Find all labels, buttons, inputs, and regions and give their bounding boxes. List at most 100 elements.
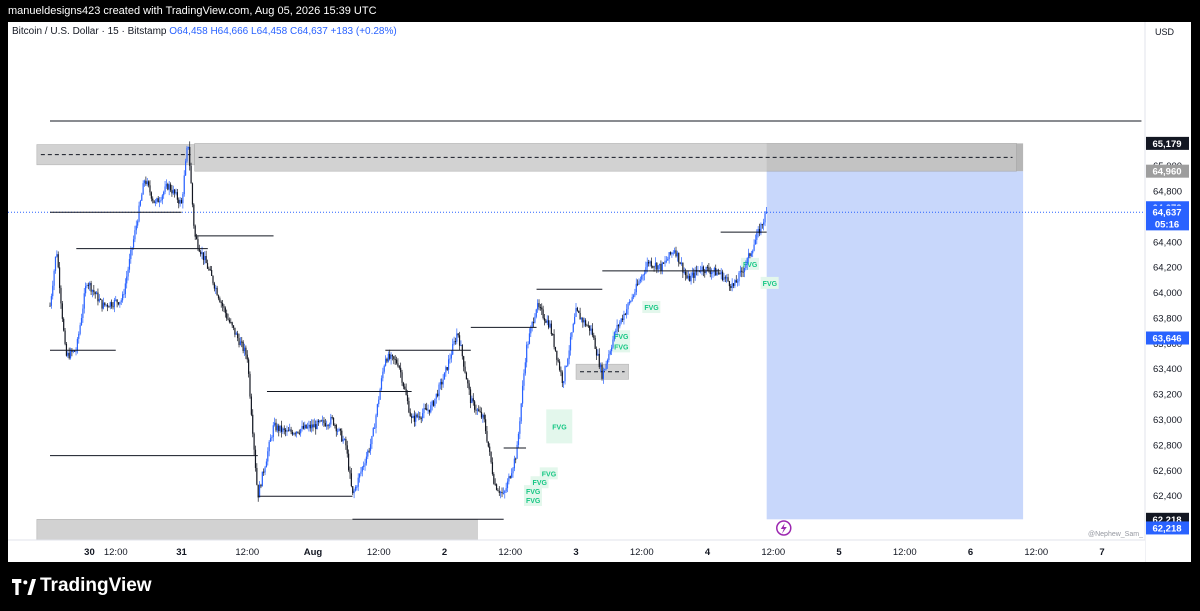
candle-body[interactable] bbox=[715, 268, 717, 276]
candle-body[interactable] bbox=[641, 275, 643, 280]
candle-body[interactable] bbox=[197, 239, 199, 249]
candle-body[interactable] bbox=[484, 419, 487, 432]
candle-body[interactable] bbox=[449, 358, 451, 360]
candle-body[interactable] bbox=[675, 250, 677, 257]
candle-body[interactable] bbox=[430, 405, 432, 413]
candle-body[interactable] bbox=[739, 270, 741, 273]
candle-body[interactable] bbox=[319, 420, 321, 423]
candle-body[interactable] bbox=[132, 239, 135, 248]
candle-body[interactable] bbox=[390, 354, 392, 359]
candle-body[interactable] bbox=[231, 322, 233, 326]
candle-body[interactable] bbox=[215, 287, 217, 289]
candle-body[interactable] bbox=[730, 286, 732, 288]
candle-body[interactable] bbox=[543, 318, 546, 321]
candle-body[interactable] bbox=[524, 362, 526, 374]
candle-body[interactable] bbox=[411, 416, 413, 418]
candle-body[interactable] bbox=[765, 211, 768, 214]
candle-body[interactable] bbox=[554, 346, 557, 351]
candle-body[interactable] bbox=[221, 303, 224, 307]
candle-body[interactable] bbox=[394, 359, 396, 361]
candle-body[interactable] bbox=[672, 252, 674, 254]
candle-body[interactable] bbox=[560, 369, 562, 373]
candle-body[interactable] bbox=[724, 277, 726, 279]
candle-body[interactable] bbox=[185, 161, 187, 176]
candle-body[interactable] bbox=[716, 272, 718, 276]
candle-body[interactable] bbox=[535, 309, 537, 317]
candle-body[interactable] bbox=[646, 262, 648, 268]
candle-body[interactable] bbox=[489, 446, 491, 452]
candle-body[interactable] bbox=[337, 430, 339, 432]
candle-body[interactable] bbox=[630, 301, 632, 303]
candle-body[interactable] bbox=[341, 430, 343, 442]
candle-body[interactable] bbox=[168, 184, 170, 190]
candle-body[interactable] bbox=[274, 422, 276, 426]
candle-body[interactable] bbox=[471, 398, 473, 404]
candle-body[interactable] bbox=[339, 428, 341, 431]
candle-body[interactable] bbox=[294, 433, 296, 435]
candle-body[interactable] bbox=[617, 325, 620, 327]
candle-body[interactable] bbox=[330, 417, 332, 425]
candle-body[interactable] bbox=[569, 336, 572, 351]
candle-body[interactable] bbox=[202, 252, 205, 261]
candle-body[interactable] bbox=[194, 225, 196, 237]
candle-body[interactable] bbox=[290, 429, 292, 432]
candle-body[interactable] bbox=[391, 354, 394, 357]
candle-body[interactable] bbox=[452, 344, 454, 355]
candle-body[interactable] bbox=[76, 338, 78, 352]
candle-body[interactable] bbox=[465, 372, 468, 380]
candle-body[interactable] bbox=[141, 194, 143, 201]
candle-body[interactable] bbox=[160, 200, 162, 202]
candle-body[interactable] bbox=[613, 332, 615, 340]
candle-body[interactable] bbox=[308, 424, 310, 427]
candle-body[interactable] bbox=[427, 409, 429, 411]
candle-body[interactable] bbox=[174, 189, 176, 194]
candle-body[interactable] bbox=[454, 341, 457, 343]
candle-body[interactable] bbox=[242, 341, 244, 352]
candle-body[interactable] bbox=[476, 409, 478, 411]
candle-body[interactable] bbox=[558, 361, 561, 370]
candle-body[interactable] bbox=[116, 299, 118, 303]
candle-body[interactable] bbox=[309, 424, 311, 429]
candle-body[interactable] bbox=[635, 283, 637, 293]
candle-body[interactable] bbox=[482, 414, 484, 418]
candle-body[interactable] bbox=[167, 183, 169, 190]
candle-body[interactable] bbox=[87, 284, 89, 286]
candle-body[interactable] bbox=[661, 262, 663, 271]
candle-body[interactable] bbox=[172, 189, 174, 194]
candle-body[interactable] bbox=[117, 302, 120, 305]
candle-body[interactable] bbox=[597, 353, 599, 356]
candle-body[interactable] bbox=[239, 341, 242, 345]
candle-body[interactable] bbox=[550, 323, 552, 335]
candle-body[interactable] bbox=[313, 424, 315, 428]
candle-body[interactable] bbox=[54, 256, 57, 271]
candle-body[interactable] bbox=[645, 267, 647, 274]
candle-body[interactable] bbox=[586, 325, 588, 327]
candle-body[interactable] bbox=[750, 253, 752, 256]
candle-body[interactable] bbox=[726, 277, 728, 279]
candle-body[interactable] bbox=[519, 421, 521, 434]
candle-body[interactable] bbox=[500, 491, 502, 493]
candle-body[interactable] bbox=[758, 229, 761, 234]
candle-body[interactable] bbox=[457, 333, 459, 336]
candle-body[interactable] bbox=[660, 263, 662, 271]
candle-body[interactable] bbox=[256, 467, 258, 485]
candle-body[interactable] bbox=[82, 308, 84, 318]
candle-body[interactable] bbox=[208, 268, 210, 270]
candle-body[interactable] bbox=[275, 422, 277, 431]
candle-body[interactable] bbox=[361, 467, 363, 472]
candle-body[interactable] bbox=[211, 270, 213, 276]
candle-body[interactable] bbox=[302, 425, 305, 429]
candle-body[interactable] bbox=[63, 318, 65, 331]
candle-body[interactable] bbox=[615, 331, 617, 333]
candle-body[interactable] bbox=[572, 323, 574, 333]
candle-body[interactable] bbox=[475, 409, 477, 411]
candle-body[interactable] bbox=[393, 356, 395, 360]
candle-body[interactable] bbox=[228, 319, 231, 323]
candle-body[interactable] bbox=[567, 358, 569, 366]
candle-body[interactable] bbox=[512, 468, 514, 474]
candle-body[interactable] bbox=[753, 244, 755, 251]
candle-body[interactable] bbox=[742, 271, 744, 273]
candle-body[interactable] bbox=[383, 365, 385, 372]
candle-body[interactable] bbox=[56, 254, 58, 257]
candle-body[interactable] bbox=[158, 201, 161, 203]
